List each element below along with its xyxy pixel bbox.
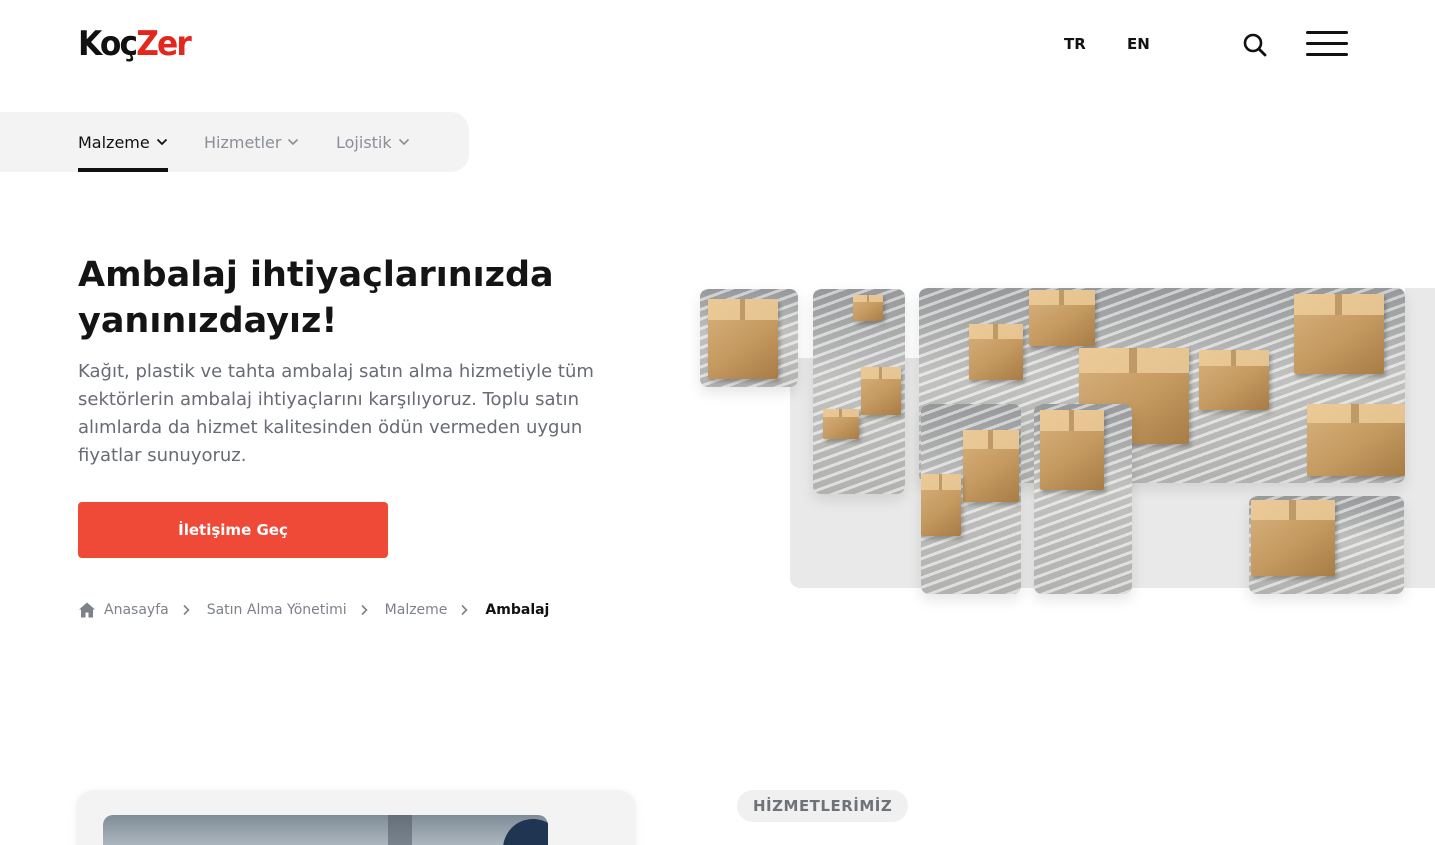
search-button[interactable] xyxy=(1242,32,1268,58)
hero-title: Ambalaj ihtiyaçlarınızda yanınızdayız! xyxy=(78,255,554,341)
active-tab-indicator xyxy=(78,168,168,172)
category-tab-malzeme[interactable]: Malzeme xyxy=(78,112,168,172)
service-card[interactable] xyxy=(76,790,636,845)
chevron-right-icon xyxy=(361,604,368,616)
category-tab-label: Hizmetler xyxy=(204,132,282,152)
contact-cta-button[interactable]: İletişime Geç xyxy=(78,502,388,558)
chevron-right-icon xyxy=(461,604,469,616)
mosaic-photo xyxy=(1034,404,1132,594)
language-tr-link[interactable]: TR xyxy=(1064,35,1086,53)
breadcrumb: Anasayfa Satın Alma Yönetimi Malzeme Amb… xyxy=(78,600,549,620)
mosaic-photo xyxy=(921,404,1021,594)
chevron-down-icon xyxy=(288,138,299,146)
logo[interactable]: KoçZer xyxy=(78,22,200,66)
language-en-link[interactable]: EN xyxy=(1127,35,1150,53)
home-icon[interactable] xyxy=(78,601,96,619)
service-card-image xyxy=(103,815,548,845)
services-section-label: HİZMETLERİMİZ xyxy=(737,790,909,822)
breadcrumb-malzeme[interactable]: Malzeme xyxy=(385,602,448,618)
chevron-right-icon xyxy=(183,604,190,616)
hamburger-menu-button[interactable] xyxy=(1306,31,1348,59)
breadcrumb-anasayfa[interactable]: Anasayfa xyxy=(104,602,169,618)
category-tab-label: Lojistik xyxy=(336,132,392,152)
hero-description: Kağıt, plastik ve tahta ambalaj satın al… xyxy=(78,361,594,466)
chevron-down-icon xyxy=(398,138,409,146)
breadcrumb-current: Ambalaj xyxy=(485,602,550,618)
category-tab-label: Malzeme xyxy=(78,132,150,152)
logo-text-second: Zer xyxy=(136,24,192,64)
chevron-down-icon xyxy=(156,138,167,146)
mosaic-backdrop-edge xyxy=(1405,288,1435,588)
hero-image-mosaic xyxy=(700,288,1435,598)
mosaic-photo xyxy=(1249,496,1404,594)
mosaic-photo xyxy=(813,289,905,494)
logo-wordmark: KoçZer xyxy=(78,24,192,64)
logo-text-first: Koç xyxy=(78,24,138,64)
category-nav: Malzeme Hizmetler Lojistik xyxy=(0,112,469,172)
search-icon xyxy=(1243,33,1267,57)
breadcrumb-satin-alma[interactable]: Satın Alma Yönetimi xyxy=(207,602,347,618)
category-tab-hizmetler[interactable]: Hizmetler xyxy=(204,112,299,172)
category-tab-lojistik[interactable]: Lojistik xyxy=(336,112,410,172)
mosaic-photo xyxy=(700,289,798,387)
